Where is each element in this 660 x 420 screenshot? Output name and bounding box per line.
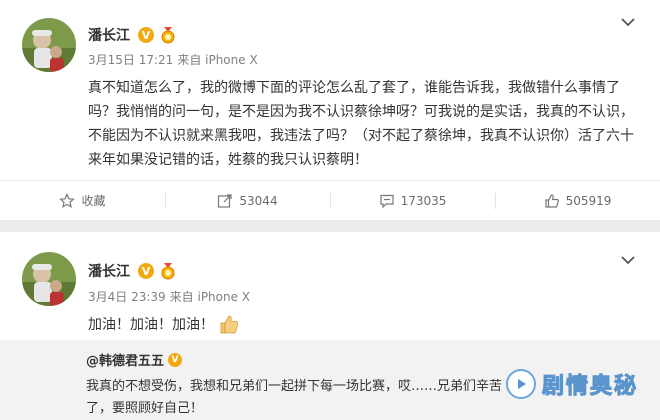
weibo-post-1: 潘长江 V 3月15日 17:21 来自 iPhone X 真不知道怎么了，我的微… bbox=[0, 0, 660, 220]
post-text-row: 加油！加油！加油！ bbox=[88, 313, 240, 335]
repost-author[interactable]: @韩德君五五 bbox=[86, 350, 164, 369]
verified-badge: V bbox=[138, 27, 154, 43]
avatar-photo bbox=[22, 252, 76, 306]
chevron-down-icon[interactable] bbox=[620, 16, 636, 28]
comment-button[interactable]: 173035 bbox=[330, 181, 495, 220]
like-button[interactable]: 505919 bbox=[495, 181, 660, 220]
medal-icon bbox=[161, 263, 175, 280]
post-date[interactable]: 3月4日 23:39 bbox=[88, 290, 166, 304]
repost-button[interactable]: 53044 bbox=[165, 181, 330, 220]
medal-icon bbox=[161, 27, 175, 44]
watermark: 剧情奥秘 bbox=[505, 366, 638, 402]
avatar-photo bbox=[22, 18, 76, 72]
post-meta: 3月15日 17:21 来自 iPhone X bbox=[88, 51, 258, 68]
repost-author-row: @韩德君五五 V bbox=[86, 350, 183, 369]
watermark-text: 剧情奥秘 bbox=[541, 374, 638, 400]
star-icon bbox=[59, 192, 76, 208]
author-row: 潘长江 V bbox=[88, 260, 177, 282]
post-source: 来自 iPhone X bbox=[177, 53, 258, 67]
comment-count: 173035 bbox=[400, 193, 447, 208]
post-meta: 3月4日 23:39 来自 iPhone X bbox=[88, 288, 250, 305]
action-bar: 收藏 53044 173035 505919 bbox=[0, 180, 660, 220]
chevron-down-icon[interactable] bbox=[620, 254, 636, 266]
avatar[interactable] bbox=[22, 18, 76, 72]
comment-icon bbox=[379, 194, 394, 208]
post-date[interactable]: 3月15日 17:21 bbox=[88, 53, 173, 67]
avatar[interactable] bbox=[22, 252, 76, 306]
author-name[interactable]: 潘长江 bbox=[88, 25, 130, 45]
favorite-label: 收藏 bbox=[81, 194, 106, 208]
post-text: 真不知道怎么了，我的微博下面的评论怎么乱了套了，谁能告诉我，我做错什么事情了吗？… bbox=[88, 80, 634, 168]
post-text: 加油！加油！加油！ bbox=[88, 317, 214, 333]
post-source: 来自 iPhone X bbox=[169, 290, 251, 304]
verified-badge: V bbox=[168, 352, 183, 367]
thumbs-up-icon bbox=[544, 193, 559, 208]
like-count: 505919 bbox=[565, 193, 612, 208]
favorite-button[interactable]: 收藏 bbox=[0, 181, 165, 220]
repost-text: 我真的不想受伤，我想和兄弟们一起拼下每一场比赛，哎……兄弟们辛苦了，要照顾好自己… bbox=[86, 379, 503, 416]
play-circle-icon bbox=[505, 369, 536, 399]
verified-badge: V bbox=[138, 263, 154, 279]
thumbs-up-emoji-icon bbox=[220, 315, 239, 334]
author-name[interactable]: 潘长江 bbox=[88, 261, 130, 281]
repost-count: 53044 bbox=[239, 193, 278, 208]
author-row: 潘长江 V bbox=[88, 24, 177, 46]
repost-icon bbox=[218, 193, 233, 208]
